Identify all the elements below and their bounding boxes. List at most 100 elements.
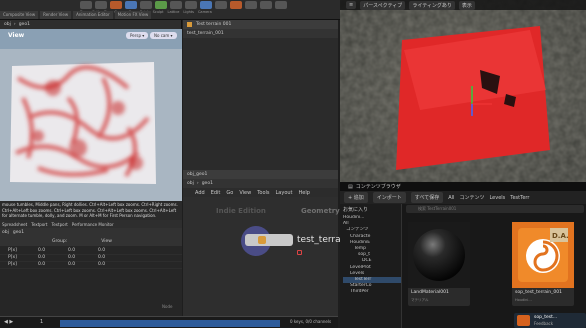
shelf-tool-icon[interactable] (95, 1, 107, 9)
menu-help[interactable]: Help (299, 190, 310, 196)
asset-tile-material[interactable]: LandMaterial001 マテリアル (408, 222, 470, 306)
perspective-button[interactable]: パースペクティブ (360, 0, 406, 10)
tab-animation-editor[interactable]: Animation Editor (73, 11, 113, 19)
ue-viewport-toolbar: ≡ パースペクティブ ライティングあり 表示 (340, 0, 586, 10)
shelf-tool-icon[interactable] (185, 1, 197, 9)
geometry-watermark: Geometry (301, 207, 340, 215)
view-menu[interactable]: View (101, 239, 112, 244)
camera-menu[interactable]: No cam ▾ (150, 32, 177, 39)
cell: 0.0 (68, 262, 76, 267)
tab-textport-2[interactable]: Textport (52, 222, 68, 227)
path-geo1[interactable]: geo1 (202, 181, 213, 186)
menu-layout[interactable]: Layout (276, 190, 293, 196)
tree-item[interactable]: ThirdPer (343, 289, 401, 295)
play-controls-icon[interactable]: ◀ ▶ (4, 319, 13, 325)
lighting-button[interactable]: ライティングあり (409, 0, 455, 10)
param-tab-title[interactable]: Test terrain 001 (196, 22, 231, 27)
cell: P[x] (8, 255, 17, 260)
network-tab-label[interactable]: obj_geo1 (187, 172, 207, 177)
folder-tree: お気に入り Houdini... All コンテンツ Characte Houd… (340, 204, 402, 328)
material-sphere-icon (413, 229, 465, 281)
pane-tabs: Composite View Render View Animation Edi… (0, 11, 152, 19)
asset-type: Houdini... (515, 298, 532, 302)
spreadsheet-path: obj geo1 (0, 228, 182, 237)
title-text: コンテンツブラウザ (355, 184, 401, 190)
menu-icon[interactable]: ≡ (346, 1, 357, 9)
table-row: P[x] 0.0 0.0 0.0 (0, 255, 182, 262)
menu-view[interactable]: View (239, 190, 251, 196)
cell: 0.0 (68, 248, 76, 253)
tab-textport[interactable]: Textport (31, 222, 47, 227)
path-obj[interactable]: obj (2, 230, 9, 235)
breadcrumb-all[interactable]: All (448, 195, 454, 201)
tab-motion-fx[interactable]: Motion FX View (114, 11, 152, 19)
asset-thumbnail (408, 222, 470, 288)
hda-node[interactable]: test_terrain_... (241, 226, 362, 256)
breadcrumb-testterrain[interactable]: TestTerr (510, 195, 529, 201)
path-geo1[interactable]: geo1 (13, 230, 24, 235)
network-path: obj › geo1 (183, 179, 338, 188)
asset-search-input[interactable]: 検索 TestTerrain001 (406, 205, 584, 213)
persp-menu[interactable]: Persp ▾ (126, 32, 149, 39)
show-button[interactable]: 表示 (458, 0, 475, 10)
content-browser-title: ▤ コンテンツブラウザ (340, 182, 586, 191)
shelf-tool-icon[interactable] (260, 1, 272, 9)
shelf-tool-icon[interactable] (200, 1, 212, 9)
notification-toast[interactable]: sop_test... Feedback (514, 313, 586, 328)
shelf-label: Sculpt (152, 10, 164, 14)
tab-composite-view[interactable]: Composite View (0, 11, 39, 19)
path-geo1[interactable]: geo1 (19, 22, 30, 27)
asset-tile-hda[interactable]: D.A. sop_test_terrain_001 Houdini... (512, 222, 574, 306)
path-obj[interactable]: obj (187, 181, 194, 186)
shelf-tool-icon[interactable] (245, 1, 257, 9)
cell: P[x] (8, 248, 17, 253)
shelf-tool-icon[interactable] (155, 1, 167, 9)
breadcrumb-levels[interactable]: Levels (489, 195, 505, 201)
shelf-tool-icon[interactable] (110, 1, 122, 9)
shelf-tool-icon[interactable] (170, 1, 182, 9)
path-obj[interactable]: obj (4, 22, 11, 27)
table-row: P[x] 0.0 0.0 0.0 (0, 248, 182, 255)
terrain-heightfield-view[interactable] (8, 58, 158, 188)
favorites-header[interactable]: お気に入り (340, 204, 401, 215)
shelf-label: Camera (197, 10, 212, 14)
ue-viewport[interactable]: ≡ パースペクティブ ライティングあり 表示 (340, 0, 586, 182)
cell: P[x] (8, 262, 17, 267)
tab-performance-monitor[interactable]: Performance Monitor (72, 222, 114, 227)
menu-go[interactable]: Go (226, 190, 233, 196)
toast-subtitle: Feedback (534, 321, 554, 326)
shelf-tool-icon[interactable] (80, 1, 92, 9)
cell: 0.0 (98, 255, 106, 260)
shelf-label: Lattice (167, 10, 180, 14)
shelf-tool-icon[interactable] (215, 1, 227, 9)
menu-tools[interactable]: Tools (257, 190, 269, 196)
save-all-button[interactable]: すべて保存 (410, 192, 444, 203)
shelf-tool-icon[interactable] (275, 1, 287, 9)
ue-terrain-render[interactable] (340, 0, 586, 182)
current-frame[interactable]: 1 (40, 319, 43, 325)
cell: 0.0 (68, 255, 76, 260)
shelf-tool-icon[interactable] (230, 1, 242, 9)
breadcrumb-content[interactable]: コンテンツ (459, 194, 484, 201)
cell: 0.0 (38, 262, 46, 267)
shelf-label: Lights (183, 10, 194, 14)
shelf-tool-icon[interactable] (140, 1, 152, 9)
spreadsheet-footer: Node (162, 304, 173, 309)
scene-viewer: obj › geo1 View Persp ▾ No cam ▾ mouse t… (0, 20, 182, 229)
menu-edit[interactable]: Edit (211, 190, 221, 196)
node-body[interactable] (245, 234, 293, 246)
shelf-tool-icon[interactable] (125, 1, 137, 9)
tree-list: Houdini... All コンテンツ Characte HoudiniE T… (340, 215, 401, 296)
import-button[interactable]: インポート (372, 192, 406, 203)
add-button[interactable]: + 追加 (344, 192, 368, 203)
param-node-name[interactable]: test_terrain_001 (187, 31, 224, 36)
cell: 0.0 (98, 248, 106, 253)
lock-flag-icon[interactable] (297, 250, 302, 255)
timeline-bar[interactable] (60, 320, 280, 327)
network-editor[interactable]: obj_geo1 obj › geo1 Add Edit Go View Too… (183, 170, 362, 320)
toast-title: sop_test... (534, 315, 558, 320)
tab-render-view[interactable]: Render View (40, 11, 72, 19)
menu-add[interactable]: Add (195, 190, 205, 196)
shelf-tools (80, 1, 287, 9)
tab-spreadsheet[interactable]: Spreadsheet (2, 222, 27, 227)
